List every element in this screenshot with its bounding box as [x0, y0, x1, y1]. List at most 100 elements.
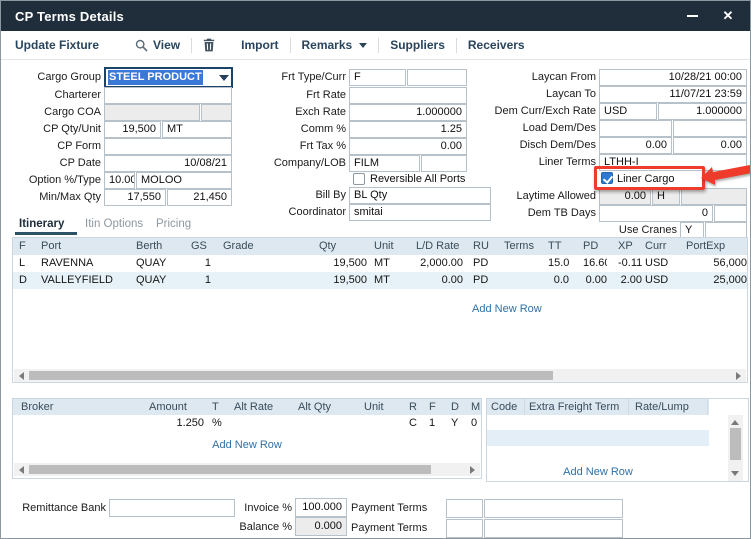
scroll-right-icon[interactable]: [736, 372, 741, 380]
dropdown-arrow-icon: [219, 75, 229, 81]
cell: 1: [429, 415, 441, 431]
dem-curr-field[interactable]: USD: [599, 103, 657, 120]
invoice-pct-field[interactable]: 100.000: [295, 498, 347, 517]
scroll-down-icon[interactable]: [731, 471, 739, 476]
frt-tax-field[interactable]: 0.00: [349, 138, 467, 155]
extra-freight-row[interactable]: [487, 415, 709, 430]
broker-row[interactable]: 1.250 % C 1 Y 0: [13, 415, 481, 431]
laytime-allowed-label: Laytime Allowed: [469, 188, 596, 205]
header-cell: Grade: [223, 238, 319, 255]
toolbar-separator: [290, 38, 291, 53]
cp-unit-field[interactable]: MT: [162, 121, 232, 138]
lob-field[interactable]: [421, 155, 467, 172]
payment-terms-2-code-field[interactable]: [446, 519, 483, 538]
cp-date-field[interactable]: 10/08/21: [104, 155, 232, 172]
window-close-button[interactable]: ✕: [710, 1, 746, 31]
extra-freight-add-new-row-link[interactable]: Add New Row: [487, 466, 709, 478]
cell: USD: [645, 255, 681, 272]
tab-itinerary[interactable]: Itinerary: [19, 218, 64, 230]
header-cell: Unit: [364, 399, 401, 415]
cell: L: [19, 255, 41, 272]
scrollbar-thumb[interactable]: [29, 465, 431, 474]
cp-qty-field[interactable]: 19,500: [104, 121, 161, 138]
header-cell: GS: [191, 238, 211, 255]
balance-pct-field: 0.000: [295, 517, 347, 536]
update-fixture-button[interactable]: Update Fixture: [15, 38, 99, 52]
header-cell: XP: [618, 238, 642, 255]
cell: C: [409, 415, 421, 431]
title-bar: CP Terms Details ✕: [1, 1, 750, 31]
receivers-button[interactable]: Receivers: [468, 38, 525, 52]
exch-rate-field[interactable]: 1.000000: [349, 104, 467, 121]
payment-terms-1-code-field[interactable]: [446, 499, 483, 518]
itinerary-horizontal-scrollbar[interactable]: [14, 369, 746, 382]
option-pct-type-label: Option %/Type: [9, 172, 101, 189]
remittance-bank-field[interactable]: [109, 499, 235, 517]
toolbar-separator: [191, 38, 192, 53]
window-minimize-button[interactable]: [674, 1, 710, 31]
remarks-button[interactable]: Remarks: [302, 38, 368, 52]
scroll-left-icon[interactable]: [19, 372, 24, 380]
option-pct-field[interactable]: 10.00: [104, 172, 135, 189]
extra-freight-vertical-scrollbar[interactable]: [728, 415, 743, 481]
header-cell: M: [471, 399, 481, 415]
header-cell: Rate/Lump: [629, 399, 708, 415]
cp-form-field[interactable]: [104, 138, 232, 155]
payment-terms-2-text-field[interactable]: [484, 519, 623, 538]
reversible-all-ports-label: Reversible All Ports: [370, 173, 465, 186]
reversible-all-ports-checkbox[interactable]: [353, 173, 365, 185]
load-dem-field[interactable]: [599, 120, 672, 137]
frt-curr-field[interactable]: [407, 69, 467, 86]
suppliers-button[interactable]: Suppliers: [390, 38, 445, 52]
dem-tb-days-field[interactable]: 0: [599, 205, 713, 222]
disch-dem-field[interactable]: 0.00: [599, 137, 672, 154]
header-cell: Qty: [319, 238, 367, 255]
broker-add-new-row-link[interactable]: Add New Row: [13, 439, 481, 451]
header-cell: Port: [41, 238, 136, 255]
import-button[interactable]: Import: [241, 38, 278, 52]
page-title: CP Terms Details: [1, 9, 124, 24]
cargo-group-label: Cargo Group: [9, 69, 101, 86]
laycan-from-field[interactable]: 10/28/21 00:00: [599, 69, 747, 86]
frt-rate-field[interactable]: [349, 87, 467, 104]
charterer-field[interactable]: [104, 87, 232, 104]
extra-freight-grid: Code Extra Freight Term Rate/Lump Add Ne…: [486, 398, 749, 482]
scroll-right-icon[interactable]: [470, 466, 475, 474]
liner-terms-label: Liner Terms: [469, 154, 596, 171]
scrollbar-thumb[interactable]: [730, 428, 741, 460]
min-qty-field[interactable]: 17,550: [104, 189, 166, 206]
delete-button[interactable]: [203, 38, 215, 52]
payment-terms-1-text-field[interactable]: [484, 499, 623, 518]
header-cell: Extra Freight Term: [525, 399, 629, 415]
toolbar-separator: [378, 38, 379, 53]
load-des-field[interactable]: [673, 120, 747, 137]
laycan-to-field[interactable]: 11/07/21 23:59: [599, 86, 747, 103]
liner-terms-field[interactable]: LTHH-I: [599, 154, 747, 171]
broker-grid: Broker Amount T Alt Rate Alt Qty Unit R …: [12, 398, 482, 479]
itinerary-row-discharge[interactable]: D VALLEYFIELD QUAY 1 19,500 MT 0.00 PD 0…: [13, 272, 747, 289]
header-cell: Alt Rate: [234, 399, 291, 415]
scrollbar-thumb[interactable]: [29, 371, 553, 380]
dem-exch-rate-field[interactable]: 1.000000: [658, 103, 747, 120]
tab-pricing[interactable]: Pricing: [156, 218, 191, 230]
itinerary-add-new-row-link[interactable]: Add New Row: [472, 303, 542, 315]
max-qty-field[interactable]: 21,450: [167, 189, 232, 206]
dem-tb-days-field-2[interactable]: [714, 205, 747, 222]
cell: [223, 255, 319, 272]
disch-des-field[interactable]: 0.00: [673, 137, 747, 154]
scroll-left-icon[interactable]: [19, 466, 24, 474]
liner-cargo-checkbox[interactable]: [601, 172, 613, 184]
tab-itin-options[interactable]: Itin Options: [85, 218, 143, 230]
toolbar: Update Fixture View Import Remarks Suppl…: [1, 31, 750, 60]
broker-horizontal-scrollbar[interactable]: [14, 463, 480, 476]
company-field[interactable]: FILM: [349, 155, 420, 172]
view-button[interactable]: View: [135, 38, 180, 52]
cell: [364, 415, 401, 431]
extra-freight-row[interactable]: [487, 430, 709, 446]
option-type-field[interactable]: MOLOO: [136, 172, 232, 189]
scroll-up-icon[interactable]: [731, 420, 739, 425]
comm-pct-field[interactable]: 1.25: [349, 121, 467, 138]
cargo-group-select[interactable]: STEEL PRODUCT: [104, 67, 233, 88]
itinerary-row-load[interactable]: L RAVENNA QUAY 1 19,500 MT 2,000.00 PD 1…: [13, 255, 747, 272]
frt-type-field[interactable]: F: [349, 69, 406, 86]
